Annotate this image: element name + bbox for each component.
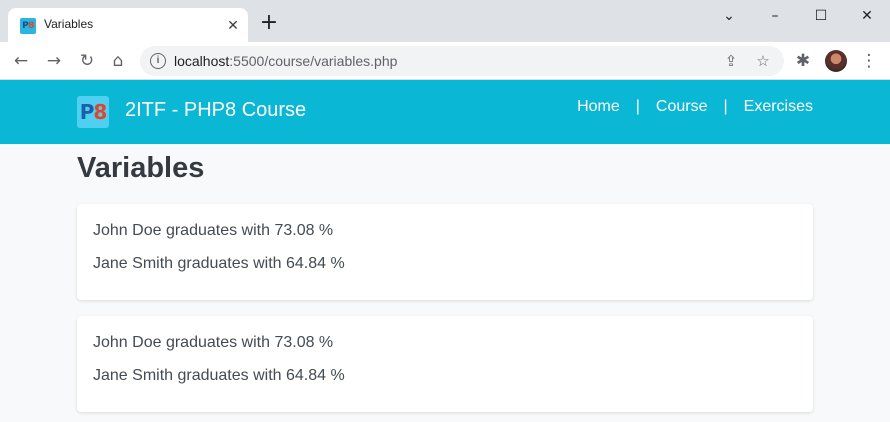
tab-search-chevron-icon[interactable]: ⌄ <box>715 6 743 26</box>
browser-tab-strip: P8 Variables ✕ + ⌄ – ☐ ✕ <box>0 0 890 42</box>
page-title: Variables <box>77 152 205 184</box>
nav-separator: | <box>723 98 728 115</box>
php8-favicon-icon: P8 <box>20 18 36 34</box>
browser-menu-icon[interactable]: ⋮ <box>857 49 881 73</box>
home-icon[interactable]: ⌂ <box>106 49 130 73</box>
close-window-icon[interactable]: ✕ <box>853 6 881 26</box>
profile-avatar[interactable] <box>825 50 847 72</box>
url-text[interactable]: localhost:5500/course/variables.php <box>174 53 397 69</box>
result-line: John Doe graduates with 73.08 % <box>93 222 334 239</box>
bookmark-star-icon[interactable]: ☆ <box>751 49 775 73</box>
reload-icon[interactable]: ↻ <box>75 49 99 73</box>
site-info-icon[interactable]: i <box>150 53 166 69</box>
result-line: John Doe graduates with 73.08 % <box>93 334 334 351</box>
nav-link-exercises[interactable]: Exercises <box>744 98 813 116</box>
nav-links: Home | Course | Exercises <box>577 98 813 116</box>
minimize-icon[interactable]: – <box>761 6 789 26</box>
browser-tab[interactable]: P8 Variables ✕ <box>8 8 248 42</box>
php8-logo-icon[interactable]: P8 <box>77 96 109 128</box>
extensions-puzzle-icon[interactable]: ✱ <box>791 49 815 73</box>
share-icon[interactable]: ⇪ <box>719 49 743 73</box>
nav-link-home[interactable]: Home <box>577 98 620 116</box>
brand-name[interactable]: 2ITF - PHP8 Course <box>125 99 306 122</box>
address-bar[interactable]: i localhost:5500/course/variables.php ⇪ … <box>140 46 784 76</box>
close-tab-icon[interactable]: ✕ <box>224 16 242 34</box>
browser-toolbar: ← → ↻ ⌂ i localhost:5500/course/variable… <box>0 42 890 80</box>
result-card: John Doe graduates with 73.08 % Jane Smi… <box>77 204 813 300</box>
tab-title: Variables <box>44 17 94 31</box>
result-line: Jane Smith graduates with 64.84 % <box>93 255 345 272</box>
result-card: John Doe graduates with 73.08 % Jane Smi… <box>77 316 813 412</box>
new-tab-icon[interactable]: + <box>258 12 280 34</box>
maximize-icon[interactable]: ☐ <box>807 6 835 26</box>
forward-arrow-icon[interactable]: → <box>42 49 66 73</box>
back-arrow-icon[interactable]: ← <box>9 49 33 73</box>
result-line: Jane Smith graduates with 64.84 % <box>93 367 345 384</box>
nav-separator: | <box>635 98 640 115</box>
nav-link-course[interactable]: Course <box>656 98 708 116</box>
site-navbar: P8 2ITF - PHP8 Course Home | Course | Ex… <box>0 80 890 144</box>
